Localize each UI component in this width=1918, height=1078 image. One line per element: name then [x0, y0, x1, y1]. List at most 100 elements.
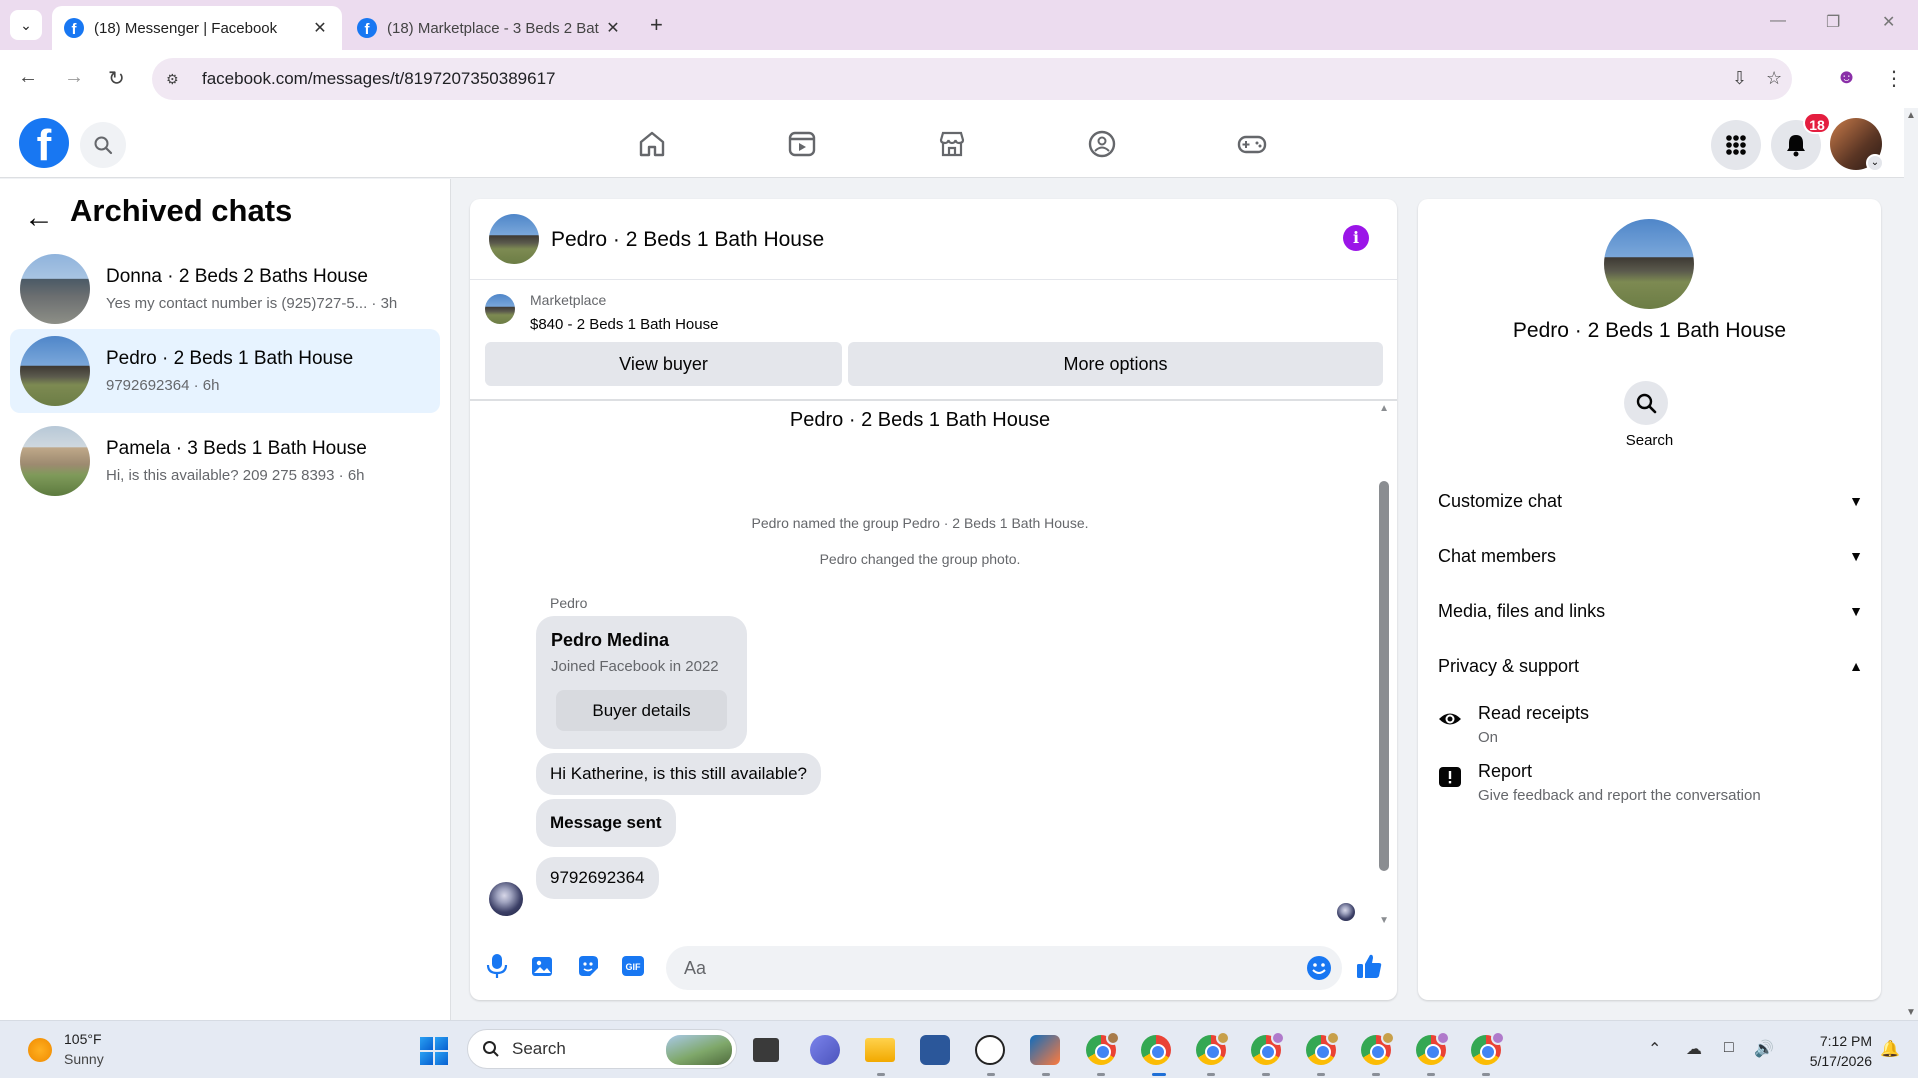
minimize-icon[interactable]: — [1770, 12, 1786, 30]
conversation-avatar[interactable] [489, 214, 539, 264]
install-app-icon[interactable]: ⇩ [1732, 68, 1747, 89]
snipping-tool-icon[interactable] [1030, 1035, 1060, 1065]
site-info-icon[interactable]: ⚙ [166, 71, 190, 88]
page-scrollbar[interactable]: ▲ ▼ [1904, 108, 1918, 1020]
scroll-down-icon[interactable]: ▼ [1379, 915, 1389, 926]
search-icon [94, 136, 113, 155]
windows-start-icon[interactable] [420, 1037, 448, 1065]
read-receipts-row[interactable]: Read receipts On [1438, 703, 1863, 751]
report-row[interactable]: Report Give feedback and report the conv… [1438, 761, 1863, 809]
message-bubble[interactable]: Message sent [536, 799, 676, 847]
task-view-icon[interactable] [753, 1038, 779, 1062]
volume-icon[interactable]: 🔊 [1754, 1039, 1774, 1059]
scroll-down-icon[interactable]: ▼ [1906, 1007, 1916, 1018]
buyer-details-button[interactable]: Buyer details [556, 690, 727, 731]
chat-list-item[interactable]: Donna · 2 Beds 2 Baths House Yes my cont… [10, 247, 440, 331]
weather-temperature[interactable]: 105°F [64, 1031, 102, 1047]
tab-search-dropdown[interactable]: ⌄ [10, 10, 42, 40]
chrome-profile-icon[interactable] [1306, 1031, 1340, 1065]
groups-icon[interactable] [1084, 126, 1120, 162]
chatgpt-icon[interactable] [975, 1035, 1005, 1065]
chrome-profile-icon[interactable] [1471, 1031, 1505, 1065]
system-clock[interactable]: 7:12 PM 5/17/2026 [1792, 1031, 1872, 1071]
network-icon[interactable]: □ [1724, 1039, 1734, 1057]
view-buyer-button[interactable]: View buyer [485, 342, 842, 386]
marketplace-icon[interactable] [934, 126, 970, 162]
chat-list-item[interactable]: Pamela · 3 Beds 1 Bath House Hi, is this… [10, 419, 440, 503]
chat-thumbnail [20, 426, 90, 496]
info-icon[interactable]: i [1343, 225, 1369, 251]
cloud-offline-icon[interactable]: ☁ [1686, 1039, 1702, 1059]
more-options-button[interactable]: More options [848, 342, 1383, 386]
chrome-profile-icon[interactable] [1416, 1031, 1450, 1065]
windows-taskbar: 105°F Sunny Search ⌃ ☁ □ 🔊 7:12 PM 5/17/… [0, 1020, 1918, 1078]
home-icon[interactable] [634, 126, 670, 162]
chrome-icon[interactable] [1141, 1035, 1171, 1065]
running-indicator [1152, 1073, 1166, 1076]
menu-grid-button[interactable] [1711, 120, 1761, 170]
chevron-down-icon: ▼ [1849, 548, 1863, 564]
chrome-profile-icon[interactable] [1251, 1031, 1285, 1065]
facebook-logo[interactable]: f [19, 118, 69, 168]
facebook-search-button[interactable] [80, 122, 126, 168]
message-bubble[interactable]: 9792692364 [536, 857, 659, 899]
chat-info-avatar[interactable] [1604, 219, 1694, 309]
scrollbar-thumb[interactable] [1379, 481, 1389, 871]
chrome-profile-icon[interactable] [1086, 1031, 1120, 1065]
search-icon [483, 1041, 499, 1057]
chat-list-item[interactable]: Pedro · 2 Beds 1 Bath House 9792692364 ·… [10, 329, 440, 413]
sticker-icon[interactable] [573, 951, 603, 981]
message-input[interactable] [666, 946, 1342, 990]
chat-info-name: Pedro · 2 Beds 1 Bath House [1512, 319, 1787, 342]
notification-bell-icon[interactable]: 🔔 [1880, 1039, 1900, 1059]
tab-messenger[interactable]: f (18) Messenger | Facebook ✕ [52, 6, 342, 50]
chrome-profile-icon[interactable] [1196, 1031, 1230, 1065]
conversation-title[interactable]: Pedro · 2 Beds 1 Bath House [551, 228, 824, 252]
scroll-up-icon[interactable]: ▲ [1906, 110, 1916, 121]
close-tab-icon[interactable]: ✕ [603, 18, 623, 38]
like-thumb-icon[interactable] [1354, 951, 1384, 981]
message-bubble[interactable]: Hi Katherine, is this still available? [536, 753, 822, 795]
conversation-header: Pedro · 2 Beds 1 Bath House i [470, 199, 1397, 280]
tray-overflow-chevron-icon[interactable]: ⌃ [1648, 1039, 1661, 1059]
reload-icon[interactable]: ↻ [108, 66, 125, 91]
forward-icon[interactable]: → [64, 66, 84, 89]
emoji-icon[interactable] [1304, 953, 1334, 983]
reels-icon[interactable] [784, 126, 820, 162]
customize-chat-section[interactable]: Customize chat ▼ [1438, 481, 1863, 521]
browser-menu-icon[interactable]: ⋮ [1884, 66, 1904, 91]
system-message: Pedro named the group Pedro · 2 Beds 1 B… [751, 515, 1089, 531]
weather-condition[interactable]: Sunny [64, 1051, 104, 1067]
marketplace-listing-row[interactable]: Marketplace $840 - 2 Beds 1 Bath House [470, 280, 1397, 340]
chevron-down-icon: ▼ [1849, 603, 1863, 619]
taskbar-search[interactable]: Search [467, 1029, 737, 1069]
bookmark-star-icon[interactable]: ☆ [1766, 68, 1782, 89]
chevron-up-icon: ▲ [1849, 658, 1863, 674]
file-explorer-icon[interactable] [865, 1038, 895, 1062]
microphone-icon[interactable] [482, 951, 512, 981]
address-bar[interactable]: ⚙ facebook.com/messages/t/81972073503896… [152, 58, 1792, 100]
restore-icon[interactable]: ❐ [1826, 12, 1840, 32]
back-arrow-icon[interactable]: ← [24, 201, 54, 235]
chat-members-section[interactable]: Chat members ▼ [1438, 536, 1863, 576]
close-tab-icon[interactable]: ✕ [310, 18, 330, 38]
scroll-up-icon[interactable]: ▲ [1379, 403, 1389, 414]
chat-time: · 6h [334, 467, 365, 484]
photo-icon[interactable] [528, 951, 558, 981]
search-in-conversation-button[interactable] [1624, 381, 1668, 425]
weather-sun-icon[interactable] [28, 1038, 52, 1062]
privacy-support-section[interactable]: Privacy & support ▲ [1438, 646, 1863, 686]
media-files-section[interactable]: Media, files and links ▼ [1438, 591, 1863, 631]
account-avatar[interactable]: ⌄ [1830, 118, 1884, 172]
teams-icon[interactable] [810, 1035, 840, 1065]
new-tab-icon[interactable]: + [650, 12, 663, 38]
gif-icon[interactable]: GIF [618, 951, 648, 981]
gaming-icon[interactable] [1234, 126, 1270, 162]
profile-icon[interactable]: ☻ [1836, 66, 1857, 89]
word-icon[interactable] [920, 1035, 950, 1065]
chrome-profile-icon[interactable] [1361, 1031, 1395, 1065]
window-close-icon[interactable]: ✕ [1882, 12, 1895, 32]
back-icon[interactable]: ← [18, 66, 38, 89]
sender-avatar[interactable] [489, 882, 523, 916]
tab-marketplace[interactable]: f (18) Marketplace - 3 Beds 2 Bat ✕ [345, 6, 635, 50]
